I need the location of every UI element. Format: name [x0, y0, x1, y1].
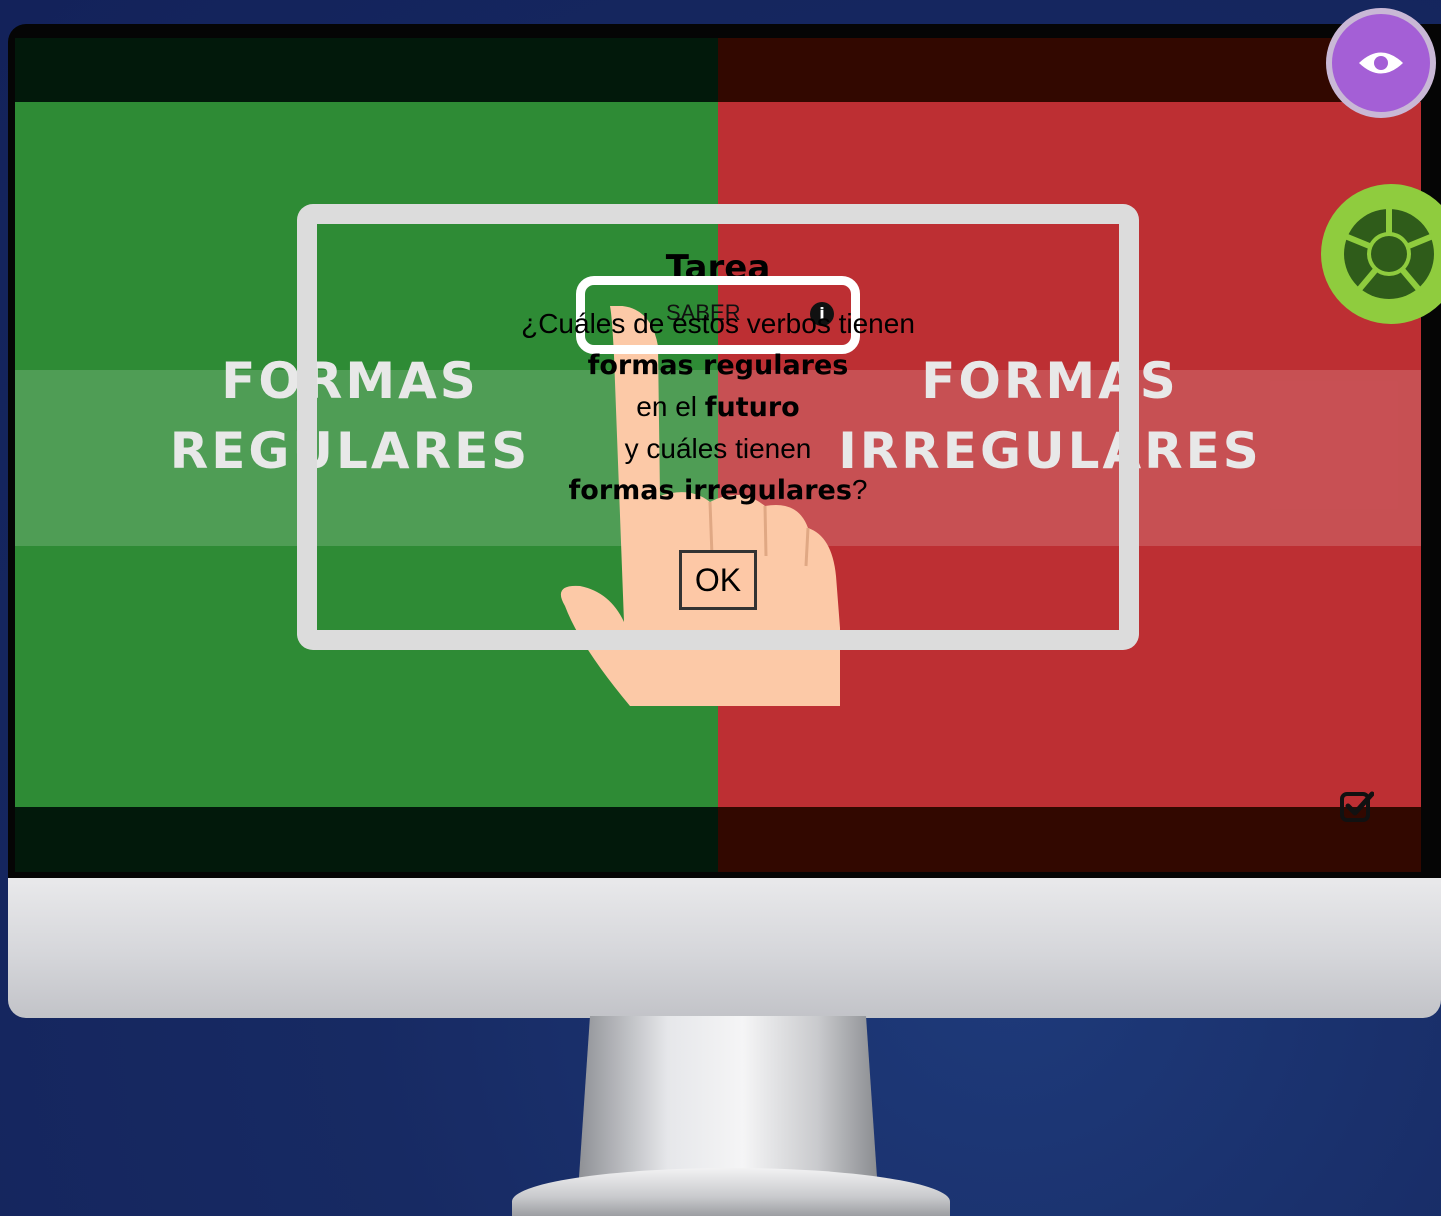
- task-question: ¿Cuáles de estos verbos tienen formas re…: [521, 308, 915, 506]
- ok-button[interactable]: OK: [679, 550, 757, 610]
- monitor-stand: [578, 1016, 878, 1192]
- checkbox-checked-icon[interactable]: [1340, 788, 1374, 822]
- panel-top-band: [718, 38, 1421, 102]
- panel-bottom-band: [15, 807, 718, 872]
- activity-wheel-icon: [1343, 206, 1435, 299]
- eye-icon: [1359, 52, 1403, 74]
- panel-bottom-band: [718, 807, 1421, 872]
- activity-wheel-button[interactable]: [1321, 184, 1441, 324]
- panel-top-band: [15, 38, 718, 102]
- monitor-chin: [8, 878, 1441, 1018]
- preview-button[interactable]: [1326, 8, 1436, 118]
